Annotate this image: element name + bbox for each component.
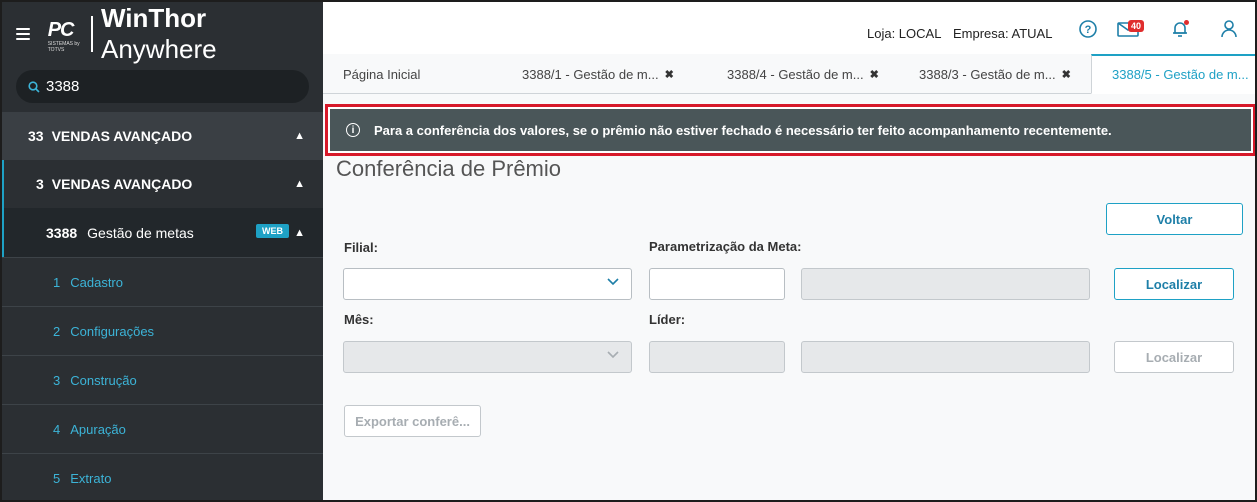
tab-pagina-inicial[interactable]: Página Inicial	[343, 54, 420, 94]
tab-label: 3388/4 - Gestão de m...	[727, 66, 864, 82]
brand-bar: PC SISTEMAS by TOTVS WinThor Anywhere	[2, 2, 323, 66]
export-button[interactable]: Exportar conferê...	[344, 405, 481, 437]
sidebar-item-label: Configurações	[70, 323, 155, 339]
brand-divider	[91, 16, 93, 52]
pc-sistemas-logo: PC SISTEMAS by TOTVS	[47, 17, 81, 53]
tab-bar: Página Inicial 3388/1 - Gestão de m... ✖…	[323, 54, 1255, 94]
sidebar-item-number: 3	[53, 372, 61, 388]
sidebar-item-number: 1	[53, 274, 61, 290]
tab-3388-1[interactable]: 3388/1 - Gestão de m... ✖	[522, 54, 674, 94]
chevron-up-icon: ▲	[294, 130, 305, 142]
localizar-lider-button[interactable]: Localizar	[1114, 341, 1234, 373]
close-icon[interactable]: ✖	[1062, 68, 1071, 81]
app-title: WinThor Anywhere	[101, 3, 323, 65]
chevron-down-icon	[607, 278, 619, 286]
filial-select[interactable]	[343, 268, 632, 300]
close-icon[interactable]: ✖	[870, 68, 879, 81]
chevron-up-icon: ▲	[294, 226, 305, 239]
mail-icon[interactable]: 40	[1117, 20, 1145, 42]
sidebar-item-label: Apuração	[70, 421, 126, 437]
bell-icon[interactable]	[1171, 20, 1189, 43]
app-window: PC SISTEMAS by TOTVS WinThor Anywhere 33…	[0, 0, 1257, 502]
chevron-down-icon	[607, 351, 619, 359]
menu-item-label: Gestão de metas	[87, 224, 194, 241]
parametrizacao-description-field	[801, 268, 1090, 300]
localizar-parametrizacao-button[interactable]: Localizar	[1114, 268, 1234, 300]
sidebar-item-number: 2	[53, 323, 61, 339]
svg-text:?: ?	[1085, 24, 1092, 36]
menu-item-number: 3	[36, 176, 44, 192]
alert-body: i Para a conferência dos valores, se o p…	[330, 109, 1251, 151]
search-input[interactable]	[46, 78, 286, 95]
sidebar-item-construcao[interactable]: 3 Construção	[2, 355, 323, 404]
tab-3388-3[interactable]: 3388/3 - Gestão de m... ✖	[919, 54, 1071, 94]
search-icon	[28, 80, 40, 93]
filial-label: Filial:	[344, 240, 378, 255]
logo-subtext: SISTEMAS by TOTVS	[47, 41, 80, 53]
top-bar: Loja: LOCAL Empresa: ATUAL ? 40	[323, 2, 1255, 54]
tab-3388-4[interactable]: 3388/4 - Gestão de m... ✖	[727, 54, 879, 94]
tab-3388-5[interactable]: 3388/5 - Gestão de m...	[1091, 54, 1255, 94]
menu-item-label: VENDAS AVANÇADO	[51, 128, 193, 144]
lider-description-field	[801, 341, 1090, 373]
chevron-up-icon: ▲	[294, 178, 305, 190]
menu-item-vendas-avancado-3[interactable]: 3 VENDAS AVANÇADO ▲	[2, 160, 323, 208]
mes-label: Mês:	[344, 312, 374, 327]
sidebar-item-configuracoes[interactable]: 2 Configurações	[2, 306, 323, 355]
sidebar-item-label: Extrato	[70, 470, 112, 486]
lider-label: Líder:	[649, 312, 686, 327]
info-icon: i	[346, 123, 360, 137]
sidebar-item-number: 5	[53, 470, 61, 486]
search-box[interactable]	[16, 70, 309, 103]
sidebar: PC SISTEMAS by TOTVS WinThor Anywhere 33…	[2, 2, 323, 500]
alert-text: Para a conferência dos valores, se o prê…	[374, 122, 1112, 138]
sidebar-item-label: Construção	[70, 372, 137, 388]
hamburger-menu-icon[interactable]	[16, 28, 30, 40]
sidebar-item-number: 4	[53, 421, 61, 437]
menu-item-vendas-avancado-33[interactable]: 33 VENDAS AVANÇADO ▲	[2, 112, 323, 160]
sidebar-item-label: Cadastro	[70, 274, 123, 290]
tab-label: Página Inicial	[343, 66, 421, 82]
company-label: Empresa: ATUAL	[953, 26, 1053, 41]
parametrizacao-label: Parametrização da Meta:	[649, 239, 802, 254]
lider-code-field	[649, 341, 785, 373]
tab-label: 3388/1 - Gestão de m...	[522, 66, 659, 82]
mail-count-badge: 40	[1128, 20, 1145, 32]
app-title-light: Anywhere	[100, 34, 217, 64]
sidebar-item-apuracao[interactable]: 4 Apuração	[2, 404, 323, 453]
menu-item-number: 3388	[46, 224, 78, 241]
app-title-bold: WinThor	[100, 3, 207, 33]
logo-text: PC	[47, 19, 75, 41]
help-icon[interactable]: ?	[1079, 20, 1097, 43]
tab-label: 3388/5 - Gestão de m...	[1112, 67, 1249, 82]
parametrizacao-code-input[interactable]	[649, 268, 785, 300]
search-wrapper	[2, 66, 323, 112]
store-label: Loja: LOCAL	[867, 26, 942, 41]
tab-label: 3388/3 - Gestão de m...	[919, 66, 1056, 82]
menu-item-label: VENDAS AVANÇADO	[51, 176, 193, 192]
page-title: Conferência de Prêmio	[336, 156, 562, 181]
notification-dot	[1184, 20, 1189, 25]
sidebar-item-extrato[interactable]: 5 Extrato	[2, 453, 323, 500]
sidebar-item-cadastro[interactable]: 1 Cadastro	[2, 257, 323, 306]
web-badge: WEB	[256, 224, 289, 238]
back-button[interactable]: Voltar	[1106, 203, 1243, 235]
alert-banner: i Para a conferência dos valores, se o p…	[325, 104, 1255, 156]
mes-select[interactable]	[343, 341, 632, 373]
user-icon[interactable]	[1221, 20, 1237, 43]
close-icon[interactable]: ✖	[665, 68, 674, 81]
menu-item-number: 33	[28, 128, 44, 144]
menu-item-gestao-de-metas[interactable]: 3388 Gestão de metas WEB ▲	[2, 208, 323, 257]
